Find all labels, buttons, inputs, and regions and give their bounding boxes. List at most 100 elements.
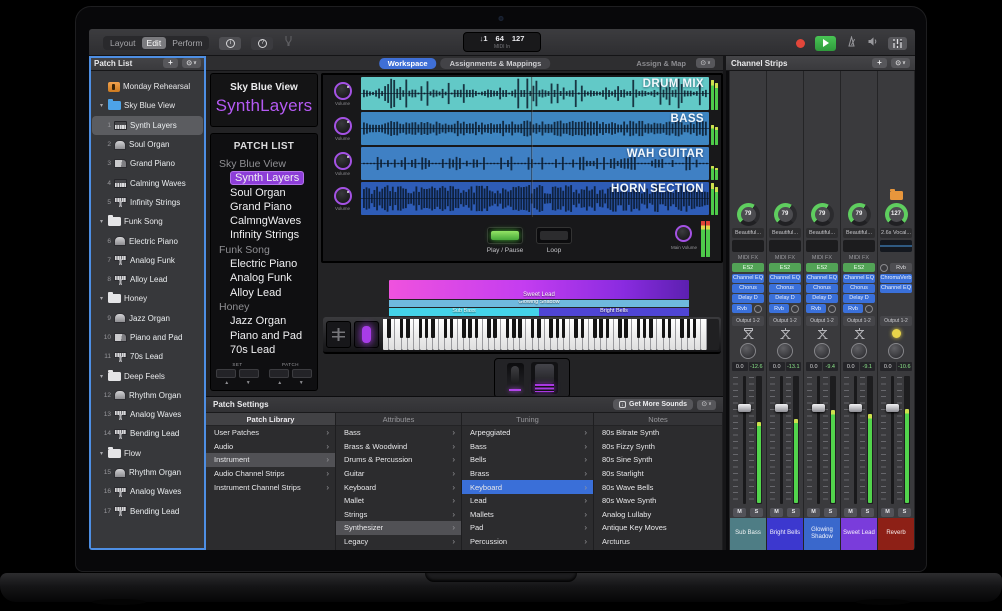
workspace-action-menu[interactable]: ⊙∨	[696, 58, 715, 68]
pan-knob[interactable]	[851, 343, 867, 359]
widget-patch-row[interactable]: Analog Funk	[211, 271, 317, 285]
play-button[interactable]	[815, 36, 836, 51]
insert-slot[interactable]: Delay D	[843, 294, 875, 303]
sidebar-patch-row[interactable]: 15Rhythm Organ	[92, 463, 203, 482]
mod-wheel[interactable]	[354, 321, 379, 348]
black-key[interactable]	[468, 319, 472, 338]
instrument-slot[interactable]: ES2	[806, 263, 838, 272]
send-slot[interactable]: Rvb	[806, 304, 826, 313]
loop-button[interactable]	[536, 227, 572, 244]
sidebar-patch-row[interactable]: 8Alloy Lead	[92, 270, 203, 289]
lcd-display[interactable]: ↓1 64 127 MIDI In	[463, 32, 541, 52]
insert-slot[interactable]: Channel EQ	[843, 274, 875, 283]
library-row[interactable]: Arpeggiated›	[462, 426, 593, 440]
insert-slot[interactable]: Chorus	[806, 284, 838, 293]
instrument-slot[interactable]: ES2	[769, 263, 801, 272]
black-key[interactable]	[593, 319, 597, 338]
output-slot[interactable]: Output 1-2	[880, 316, 912, 326]
black-key[interactable]	[556, 319, 560, 338]
black-key[interactable]	[512, 319, 516, 338]
black-key[interactable]	[637, 319, 641, 338]
library-row[interactable]: 80s Wave Synth	[594, 494, 722, 508]
strip-gain-knob[interactable]: 79	[737, 203, 760, 226]
black-key[interactable]	[562, 319, 566, 338]
library-row[interactable]: Bass›	[336, 426, 461, 440]
layer-glowing-shadow[interactable]: Glowing Shadow	[389, 300, 689, 307]
eq-thumbnail[interactable]	[769, 240, 801, 252]
black-key[interactable]	[425, 319, 429, 338]
black-key[interactable]	[493, 319, 497, 338]
sidebar-patch-row[interactable]: 17Bending Lead	[92, 502, 203, 521]
black-key[interactable]	[462, 319, 466, 338]
send-level-knob[interactable]	[754, 305, 762, 313]
library-row[interactable]: Strings›	[336, 508, 461, 522]
sidebar-patch-row[interactable]: 2Soul Organ	[92, 135, 203, 154]
black-key[interactable]	[574, 319, 578, 338]
track-volume-knob[interactable]	[334, 152, 352, 170]
fader-cap[interactable]	[775, 404, 788, 412]
metronome-icon[interactable]	[846, 34, 857, 52]
library-row[interactable]: 80s Starlight	[594, 467, 722, 481]
sidebar-concert-row[interactable]: Monday Rehearsal	[92, 77, 203, 96]
output-slot[interactable]: Output 1-2	[732, 316, 764, 326]
strip-name-tag[interactable]: Sweet Lead	[841, 518, 877, 550]
sidebar-patch-row[interactable]: 12Rhythm Organ	[92, 386, 203, 405]
fader-area[interactable]	[768, 374, 802, 506]
strip-setting-name[interactable]: Beautiful...	[843, 228, 875, 238]
mode-perform[interactable]: Perform	[167, 37, 207, 49]
track-volume-knob[interactable]	[334, 82, 352, 100]
instrument-slot[interactable]: ES2	[843, 263, 875, 272]
track-volume-knob[interactable]	[334, 117, 352, 135]
library-row[interactable]: Bass›	[462, 440, 593, 454]
widget-patch-row[interactable]: CalmngWaves	[211, 214, 317, 228]
mute-button[interactable]: M	[881, 508, 894, 517]
black-key[interactable]	[643, 319, 647, 338]
solo-button[interactable]: S	[824, 508, 837, 517]
black-key[interactable]	[668, 319, 672, 338]
black-key[interactable]	[537, 319, 541, 338]
sidebar-patch-row[interactable]: 6Electric Piano	[92, 231, 203, 250]
widget-patch-row[interactable]: Jazz Organ	[211, 314, 317, 328]
insert-slot[interactable]: Chorus	[769, 284, 801, 293]
black-key[interactable]	[680, 319, 684, 338]
widget-patch-row[interactable]: Electric Piano	[211, 257, 317, 271]
tuning-fork-icon[interactable]	[283, 34, 294, 52]
library-row[interactable]: Analog Lullaby	[594, 508, 722, 522]
mute-button[interactable]: M	[733, 508, 746, 517]
channel-strips-action-menu[interactable]: ⊙∨	[891, 58, 910, 68]
tab-workspace[interactable]: Workspace	[379, 58, 437, 69]
black-key[interactable]	[419, 319, 423, 338]
library-row[interactable]: Arcturus	[594, 535, 722, 549]
pan-knob[interactable]	[814, 343, 830, 359]
send-level-knob[interactable]	[828, 305, 836, 313]
send-level-knob[interactable]	[791, 305, 799, 313]
insert-slot[interactable]: Channel EQ	[806, 274, 838, 283]
black-key[interactable]	[506, 319, 510, 338]
library-row[interactable]: Audio Channel Strips›	[206, 467, 335, 481]
send-slot[interactable]: Rvb	[843, 304, 863, 313]
sidebar-set-row[interactable]: ▾Funk Song	[92, 212, 203, 231]
widget-patch-row[interactable]: Infinity Strings	[211, 228, 317, 242]
insert-slot[interactable]: Channel EQ	[732, 274, 764, 283]
library-row[interactable]: 80s Fizzy Synth	[594, 440, 722, 454]
black-key[interactable]	[444, 319, 448, 338]
widget-patch-row[interactable]: Grand Piano	[211, 200, 317, 214]
sustain-pedal[interactable]	[531, 362, 558, 394]
library-row[interactable]: Audio›	[206, 440, 335, 454]
widget-patch-row[interactable]: Piano and Pad	[211, 329, 317, 343]
play-pause-button[interactable]	[487, 227, 523, 244]
widget-set-row[interactable]: Sky Blue View	[211, 157, 317, 171]
strip-setting-name[interactable]: 2.6s Vocal...	[880, 228, 912, 238]
black-key[interactable]	[518, 319, 522, 338]
fader-cap[interactable]	[886, 404, 899, 412]
library-row[interactable]: Antique Key Moves	[594, 521, 722, 535]
strip-gain-knob[interactable]: 79	[811, 203, 834, 226]
insert-slot[interactable]: Delay D	[806, 294, 838, 303]
sidebar-set-row[interactable]: ▾Honey	[92, 289, 203, 308]
insert-slot[interactable]: Delay D	[769, 294, 801, 303]
disclosure-triangle-icon[interactable]: ▾	[98, 102, 105, 109]
library-column-header[interactable]: Notes	[594, 413, 722, 426]
pitch-bend-wheel[interactable]	[326, 321, 351, 348]
widget-patch-row[interactable]: 70s Lead	[211, 343, 317, 357]
mode-edit[interactable]: Edit	[142, 37, 167, 49]
